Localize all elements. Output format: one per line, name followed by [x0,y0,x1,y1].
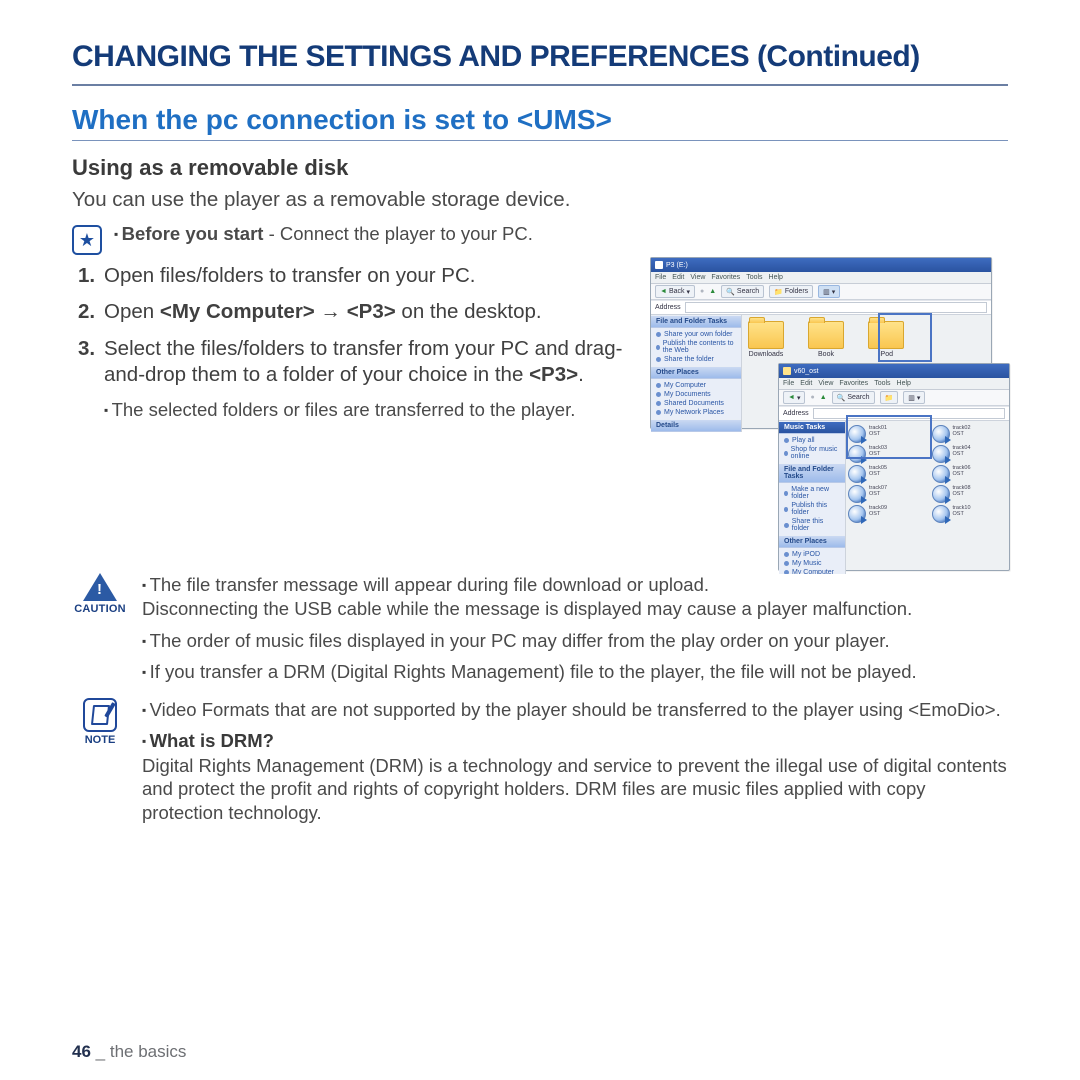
folder-item[interactable]: Book [808,321,844,358]
media-file[interactable]: track02OST [932,425,1008,443]
wma-icon [848,425,866,443]
folder-icon [748,321,784,349]
note-icon [83,698,117,732]
wma-icon [848,445,866,463]
media-file[interactable]: track07OST [848,485,924,503]
before-you-start: Before you start - Connect the player to… [114,223,533,245]
intro-paragraph: You can use the player as a removable st… [72,187,1008,213]
section-subtitle: When the pc connection is set to <UMS> [72,104,1008,141]
file-view: track01OST track02OST track03OST track04… [846,421,1009,574]
sidebar: File and Folder Tasks Share your own fol… [651,315,742,432]
window-toolbar: ◄▾ ●▲ 🔍Search 📁 ▥▾ [779,390,1009,406]
media-file[interactable]: track08OST [932,485,1008,503]
address-bar: Address [651,300,991,315]
folder-item[interactable]: iPod [868,321,904,358]
note-label: NOTE [72,734,128,746]
views-button[interactable]: ▥▾ [903,391,925,404]
drm-answer: Digital Rights Management (DRM) is a tec… [142,754,1008,825]
wma-icon [932,485,950,503]
caution-icon [83,573,117,601]
step-2: 2.Open <My Computer> → <P3> on the deskt… [78,299,640,325]
caution-bullet: The file transfer message will appear du… [142,573,1008,620]
wma-icon [848,465,866,483]
address-input[interactable] [685,302,987,313]
media-file[interactable]: track06OST [932,465,1008,483]
wma-icon [932,465,950,483]
search-button[interactable]: 🔍Search [721,285,764,298]
media-file[interactable]: track09OST [848,505,924,523]
page-footer: 46 _ the basics [72,1042,186,1062]
folder-icon [808,321,844,349]
search-button[interactable]: 🔍Search [832,391,875,404]
back-button[interactable]: ◄Back▾ [655,285,695,298]
star-icon: ★ [72,225,102,255]
wma-icon [932,445,950,463]
folder-item[interactable]: Downloads [748,321,784,358]
wma-icon [932,425,950,443]
media-file[interactable]: track04OST [932,445,1008,463]
media-file[interactable]: track05OST [848,465,924,483]
media-file[interactable]: track10OST [932,505,1008,523]
folder-icon [868,321,904,349]
media-file[interactable]: track03OST [848,445,924,463]
sidebar: Music Tasks Play all Shop for music onli… [779,421,846,574]
address-bar: Address [779,406,1009,421]
drm-question: What is DRM? [142,730,1008,752]
window-menubar: FileEditViewFavoritesToolsHelp [651,272,991,284]
page-title: CHANGING THE SETTINGS AND PREFERENCES (C… [72,40,1008,86]
caution-bullet: If you transfer a DRM (Digital Rights Ma… [142,660,1008,684]
media-file[interactable]: track01OST [848,425,924,443]
window-titlebar: v60_ost [779,364,1009,378]
note-bullet: Video Formats that are not supported by … [142,698,1008,722]
explorer-window-2: v60_ost FileEditViewFavoritesToolsHelp ◄… [778,363,1010,571]
caution-label: CAUTION [72,603,128,615]
caution-bullet: The order of music files displayed in yo… [142,629,1008,653]
wma-icon [848,505,866,523]
address-input[interactable] [813,408,1005,419]
window-titlebar: P3 (E:) [651,258,991,272]
wma-icon [932,505,950,523]
wma-icon [848,485,866,503]
folders-button[interactable]: 📁Folders [769,285,813,298]
views-button[interactable]: ▥▾ [818,285,840,298]
back-button[interactable]: ◄▾ [783,391,805,404]
step-3: 3.Select the files/folders to transfer f… [78,336,640,388]
sub-bullet: The selected folders or files are transf… [78,398,640,422]
subheading: Using as a removable disk [72,155,1008,181]
figure-explorer-windows: P3 (E:) FileEditViewFavoritesToolsHelp ◄… [650,257,1008,569]
window-menubar: FileEditViewFavoritesToolsHelp [779,378,1009,390]
window-toolbar: ◄Back▾ ● ▲ 🔍Search 📁Folders ▥▾ [651,284,991,300]
folders-button[interactable]: 📁 [880,391,899,404]
step-1: 1.Open files/folders to transfer on your… [78,263,640,289]
